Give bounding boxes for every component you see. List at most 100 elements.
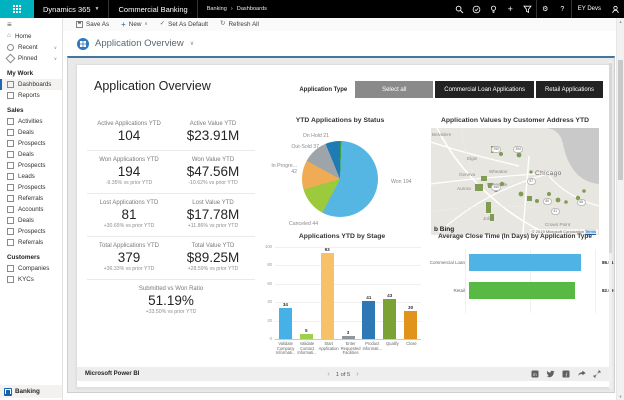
gear-icon[interactable]: ⚙ [537, 0, 554, 18]
filter-icon[interactable] [519, 0, 536, 18]
sidebar-item-prospects[interactable]: Prospects [0, 160, 62, 171]
stage-chart-panel: Applications YTD by Stage 100 80 60 40 2… [257, 233, 427, 365]
sidebar-item-activities[interactable]: Activities [0, 116, 62, 127]
sidebar-item-dashboards[interactable]: Dashboards [0, 79, 62, 90]
sidebar-item-prospects[interactable]: Prospects [0, 138, 62, 149]
breadcrumb-page[interactable]: Dashboards [237, 6, 267, 12]
sidebar-item-recent[interactable]: Recent ∨ [0, 42, 62, 53]
new-button[interactable]: + New ∨ [115, 21, 154, 29]
stage-x-axis-labels: Validate Company Informati... Validate C… [275, 342, 421, 356]
bar-close[interactable]: 30 [400, 247, 421, 339]
sidebar-item-deals[interactable]: Deals [0, 215, 62, 226]
window-scrollbar[interactable]: ▲ ▼ [616, 18, 624, 400]
kpi-card-grid: Active Applications YTD 104 Active Value… [87, 115, 255, 322]
page-indicator: 1 of 5 [336, 372, 351, 378]
map-city-aurora: Aurora [457, 186, 471, 191]
status-pie[interactable] [302, 141, 378, 217]
bar-qualify[interactable]: 43 [379, 247, 400, 339]
kpi-won-value[interactable]: Won Value YTD $47.56M -10.62% vs prior Y… [171, 157, 255, 186]
lightbulb-icon[interactable] [485, 0, 502, 18]
kpi-active-value[interactable]: Active Value YTD $23.91M [171, 121, 255, 143]
route-shield: 294 [513, 146, 523, 153]
kpi-row: Submitted vs Won Ratio 51.19% +33.50% vs… [87, 280, 255, 322]
dashboard-selector-chevron[interactable]: ∨ [190, 40, 194, 47]
sidebar-section-my-work: My Work [0, 64, 62, 79]
kpi-lost-applications[interactable]: Lost Applications YTD 81 +30.65% vs prio… [87, 200, 171, 229]
bar-retail[interactable] [469, 282, 575, 299]
sidebar-item-companies[interactable]: Companies [0, 263, 62, 274]
sidebar-item-leads[interactable]: Leads [0, 171, 62, 182]
kpi-row: Total Applications YTD 379 +36.33% vs pr… [87, 237, 255, 280]
next-page-icon[interactable]: › [350, 371, 364, 378]
bar-commercial-loan[interactable] [469, 254, 581, 271]
refresh-icon: ↻ [220, 21, 225, 28]
plus-icon[interactable]: + [502, 0, 519, 18]
bar-start-application[interactable]: 93 [317, 247, 338, 339]
prospects-icon [7, 162, 14, 169]
kpi-active-applications[interactable]: Active Applications YTD 104 [87, 121, 171, 143]
sidebar-item-prospects[interactable]: Prospects [0, 226, 62, 237]
previous-page-icon[interactable]: ‹ [321, 371, 335, 378]
application-type-slicer: Application Type Select all Commercial L… [299, 81, 603, 98]
waffle-menu-button[interactable] [0, 0, 34, 18]
stage-chart-title: Applications YTD by Stage [257, 233, 427, 240]
slicer-retail-button[interactable]: Retail Applications [536, 81, 603, 98]
save-as-button[interactable]: Save As [70, 21, 115, 28]
scroll-up-icon[interactable]: ▲ [617, 19, 624, 24]
sidebar-item-deals[interactable]: Deals [0, 127, 62, 138]
sidebar-item-pinned[interactable]: Pinned ∨ [0, 53, 62, 64]
kpi-lost-value[interactable]: Lost Value YTD $17.78M +11.86% vs prior … [171, 200, 255, 229]
sitemap-collapse-button[interactable]: ≡ [0, 18, 62, 31]
sidebar-item-referrals[interactable]: Referrals [0, 237, 62, 248]
sidebar-item-kycs[interactable]: KYCs [0, 274, 62, 285]
kpi-row: Won Applications YTD 194 -9.35% vs prior… [87, 151, 255, 194]
app-name[interactable]: Commercial Banking [108, 0, 197, 18]
scroll-down-icon[interactable]: ▼ [617, 394, 624, 399]
kpi-won-applications[interactable]: Won Applications YTD 194 -9.35% vs prior… [87, 157, 171, 186]
report-scrollbar[interactable] [609, 61, 612, 389]
kpi-total-value[interactable]: Total Value YTD $89.25M +28.59% vs prior… [171, 243, 255, 272]
bing-map[interactable]: Belvidere Elgin Geneva Aurora Wheaton Na… [431, 128, 599, 235]
product-name: Dynamics 365 [43, 5, 91, 14]
map-city-crown-point: Crown Point [545, 222, 570, 227]
deals-icon [7, 151, 14, 158]
user-name[interactable]: EY Devs [572, 6, 607, 12]
sidebar-item-accounts[interactable]: Accounts [0, 204, 62, 215]
deals-icon [7, 217, 14, 224]
search-icon[interactable] [451, 0, 468, 18]
scrollbar-thumb[interactable] [618, 60, 623, 180]
kpi-submitted-won-ratio[interactable]: Submitted vs Won Ratio 51.19% +33.50% vs… [87, 286, 255, 315]
product-switcher[interactable]: Dynamics 365 ▼ [34, 0, 108, 18]
kpi-row: Active Applications YTD 104 Active Value… [87, 115, 255, 151]
sidebar-item-deals[interactable]: Deals [0, 149, 62, 160]
bar-enter-facilities[interactable]: 3 [338, 247, 359, 339]
route-shield: 41 [551, 208, 560, 215]
pie-label-in-progress: In Progre... 42 [265, 164, 297, 176]
deals-icon [7, 129, 14, 136]
bar-validate-contact[interactable]: 5 [296, 247, 317, 339]
y-tick: 100 [257, 244, 272, 249]
breadcrumb-area[interactable]: Banking [207, 6, 227, 12]
site-map-sidebar: ≡ ⌂ Home Recent ∨ Pinned ∨ My Work Dashb… [0, 18, 63, 400]
pie-label-out-sold: Out-Sold 37 [291, 144, 319, 150]
route-shield: 57 [527, 178, 536, 185]
sidebar-item-home[interactable]: ⌂ Home [0, 31, 62, 42]
sidebar-item-referrals[interactable]: Referrals [0, 193, 62, 204]
bing-logo[interactable]: b Bing [434, 226, 454, 233]
set-as-default-button[interactable]: ✓ Set As Default [154, 21, 214, 28]
kpi-total-applications[interactable]: Total Applications YTD 379 +36.33% vs pr… [87, 243, 171, 272]
slicer-select-all-button[interactable]: Select all [355, 81, 433, 98]
refresh-all-button[interactable]: ↻ Refresh All [214, 21, 265, 28]
sidebar-item-reports[interactable]: Reports [0, 90, 62, 101]
help-icon[interactable]: ? [554, 0, 571, 18]
change-area-control[interactable]: Banking ↕ [0, 385, 63, 398]
person-icon[interactable] [607, 0, 624, 18]
route-shield: 80 [543, 198, 552, 205]
pie-label-won: Won 194 [391, 179, 412, 185]
slicer-commercial-loan-button[interactable]: Commercial Loan Applications [435, 81, 534, 98]
bar-validate-company[interactable]: 34 [275, 247, 296, 339]
bar-product-information[interactable]: 41 [358, 247, 379, 339]
page-navigation: ‹1 of 5› [77, 371, 609, 378]
sidebar-item-prospects[interactable]: Prospects [0, 182, 62, 193]
task-check-icon[interactable] [468, 0, 485, 18]
